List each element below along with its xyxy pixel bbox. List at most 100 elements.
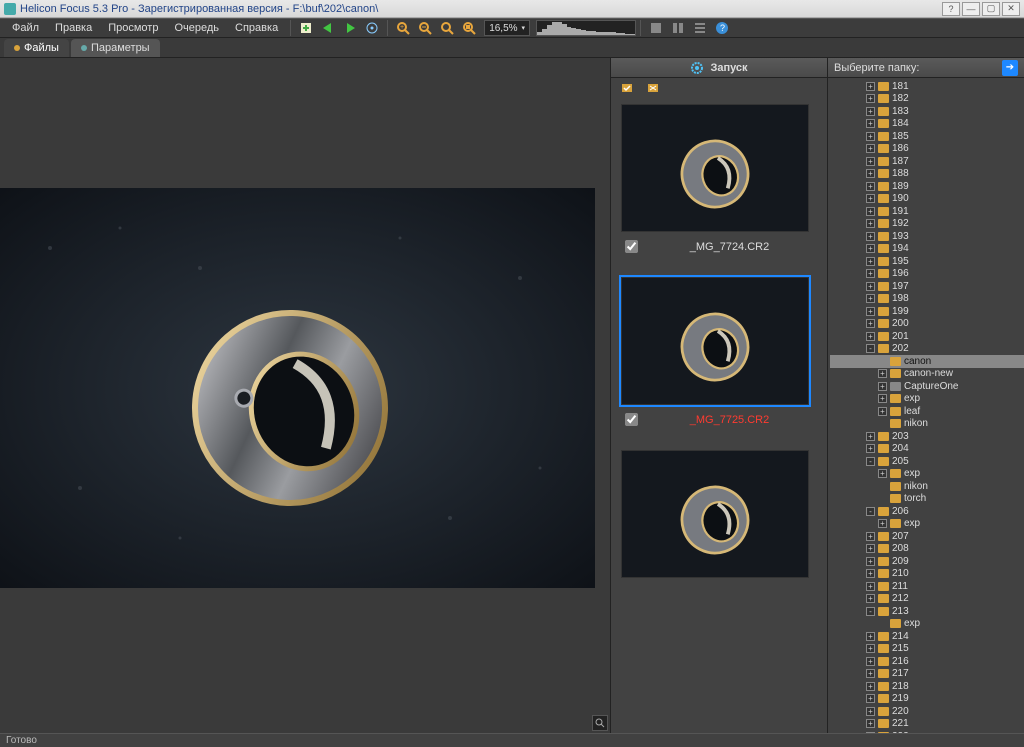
tree-expander[interactable]: + [866,544,875,553]
folder-row[interactable]: +216 [830,655,1024,668]
zoom-value[interactable]: 16,5%▾ [484,20,530,36]
zoom-fit-button[interactable] [438,19,456,37]
tree-expander[interactable]: + [866,532,875,541]
thumb-image[interactable] [621,104,809,232]
folder-row[interactable]: +192 [830,218,1024,231]
menu-item-0[interactable]: Файл [4,20,47,36]
tree-expander[interactable]: - [866,607,875,616]
tree-expander[interactable]: + [866,169,875,178]
thumb-image[interactable] [621,450,809,578]
next-button[interactable] [341,19,359,37]
thumb-image[interactable] [621,277,809,405]
tree-expander[interactable]: + [866,632,875,641]
tree-expander[interactable]: + [878,469,887,478]
folder-row[interactable]: +203 [830,430,1024,443]
folder-row[interactable]: +219 [830,693,1024,706]
thumb-checkbox[interactable] [625,240,638,253]
window-close-button[interactable]: ✕ [1002,2,1020,16]
tree-expander[interactable]: + [866,269,875,278]
tree-expander[interactable]: - [866,344,875,353]
tree-expander[interactable]: + [866,244,875,253]
folder-row[interactable]: +canon-new [830,368,1024,381]
tree-expander[interactable]: + [866,94,875,103]
tree-expander[interactable]: + [866,219,875,228]
tree-expander[interactable]: + [866,719,875,728]
folder-row[interactable]: nikon [830,418,1024,431]
folder-row[interactable]: -213 [830,605,1024,618]
folder-row[interactable]: +212 [830,593,1024,606]
tree-expander[interactable]: + [866,582,875,591]
folder-row[interactable]: +218 [830,680,1024,693]
tree-expander[interactable]: + [878,382,887,391]
folder-row[interactable]: +207 [830,530,1024,543]
folder-row[interactable]: +211 [830,580,1024,593]
tab-params[interactable]: Параметры [71,39,160,57]
folder-row[interactable]: +194 [830,243,1024,256]
folder-row[interactable]: +183 [830,105,1024,118]
tree-expander[interactable]: + [866,132,875,141]
tree-expander[interactable]: + [866,682,875,691]
tree-expander[interactable]: + [866,657,875,666]
target-button[interactable] [363,19,381,37]
tree-expander[interactable]: + [878,369,887,378]
folder-row[interactable]: nikon [830,480,1024,493]
menu-item-4[interactable]: Справка [227,20,286,36]
folder-row[interactable]: +221 [830,718,1024,731]
select-all-button[interactable] [619,80,637,98]
tree-expander[interactable]: + [866,669,875,678]
folder-row[interactable]: +181 [830,80,1024,93]
zoom-in-button[interactable]: + [394,19,412,37]
thumb-checkbox[interactable] [625,413,638,426]
tree-expander[interactable]: + [866,282,875,291]
folder-row[interactable]: +188 [830,168,1024,181]
folder-row[interactable]: exp [830,618,1024,631]
deselect-button[interactable] [645,80,663,98]
folder-row[interactable]: +220 [830,705,1024,718]
tree-expander[interactable]: + [866,644,875,653]
folder-row[interactable]: +187 [830,155,1024,168]
zoom-100-button[interactable] [460,19,478,37]
thumb-item[interactable]: _MG_7725.CR2 [621,277,817,442]
launch-button[interactable]: Запуск [611,58,827,78]
tab-files[interactable]: Файлы [4,39,69,57]
folder-row[interactable]: -202 [830,343,1024,356]
tree-expander[interactable]: + [866,294,875,303]
tree-expander[interactable]: + [866,444,875,453]
layout-list-button[interactable] [691,19,709,37]
tree-expander[interactable]: - [866,507,875,516]
menu-item-3[interactable]: Очередь [166,20,227,36]
tree-expander[interactable]: + [866,319,875,328]
folder-row[interactable]: +215 [830,643,1024,656]
tree-expander[interactable]: + [866,257,875,266]
folder-row[interactable]: +204 [830,443,1024,456]
folder-row[interactable]: +leaf [830,405,1024,418]
folder-row[interactable]: +191 [830,205,1024,218]
thumb-item[interactable]: _MG_7724.CR2 [621,104,817,269]
window-minimize-button[interactable]: — [962,2,980,16]
folder-row[interactable]: +193 [830,230,1024,243]
folder-row[interactable]: +210 [830,568,1024,581]
zoom-loupe-icon[interactable] [592,715,608,731]
folder-row[interactable]: +196 [830,268,1024,281]
tree-expander[interactable]: + [866,707,875,716]
folder-row[interactable]: +222 [830,730,1024,733]
tree-expander[interactable]: + [878,407,887,416]
window-maximize-button[interactable]: ▢ [982,2,1000,16]
go-arrow-button[interactable]: ➔ [1002,60,1018,76]
help-button[interactable]: ? [713,19,731,37]
folder-row[interactable]: +214 [830,630,1024,643]
folder-tree[interactable]: +181+182+183+184+185+186+187+188+189+190… [828,78,1024,733]
folder-row[interactable]: +217 [830,668,1024,681]
folder-row[interactable]: +184 [830,118,1024,131]
tree-expander[interactable]: + [866,557,875,566]
folder-row[interactable]: +201 [830,330,1024,343]
tree-expander[interactable]: + [866,732,875,733]
tree-expander[interactable]: + [866,182,875,191]
tree-expander[interactable]: + [866,569,875,578]
folder-row[interactable]: torch [830,493,1024,506]
folder-row[interactable]: +200 [830,318,1024,331]
folder-row[interactable]: +exp [830,518,1024,531]
tree-expander[interactable]: + [866,232,875,241]
folder-row[interactable]: +189 [830,180,1024,193]
tree-expander[interactable]: + [878,519,887,528]
